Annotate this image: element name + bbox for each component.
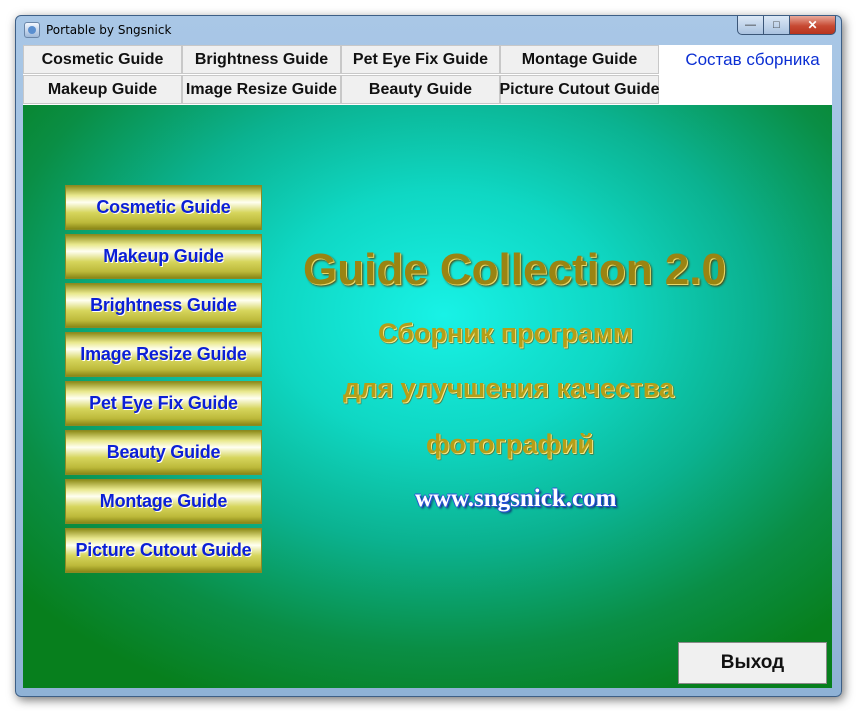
image-resize-guide-button[interactable]: Image Resize Guide [65,332,262,377]
title-bar[interactable]: Portable by Sngsnick — □ ✕ [16,16,841,44]
close-button[interactable]: ✕ [790,16,836,35]
subtitle-line-3: фотографий [426,429,595,459]
collection-title: Guide Collection 2.0 [303,245,726,294]
minimize-button[interactable]: — [737,16,764,35]
client-area: Cosmetic Guide Brightness Guide Pet Eye … [23,45,832,688]
cosmetic-guide-button[interactable]: Cosmetic Guide [65,185,262,230]
tab-pet-eye-fix-guide[interactable]: Pet Eye Fix Guide [341,45,500,74]
tab-makeup-guide[interactable]: Makeup Guide [23,75,182,104]
tab-montage-guide[interactable]: Montage Guide [500,45,659,74]
exit-button[interactable]: Выход [678,642,827,684]
website-link[interactable]: www.sngsnick.com [415,485,616,513]
picture-cutout-guide-button[interactable]: Picture Cutout Guide [65,528,262,573]
tab-strip: Cosmetic Guide Brightness Guide Pet Eye … [23,45,832,105]
window-controls: — □ ✕ [737,16,836,35]
tab-image-resize-guide[interactable]: Image Resize Guide [182,75,341,104]
pet-eye-fix-guide-button[interactable]: Pet Eye Fix Guide [65,381,262,426]
subtitle-line-2: для улучшения качества [343,373,675,403]
maximize-icon: □ [773,19,780,31]
tab-brightness-guide[interactable]: Brightness Guide [182,45,341,74]
montage-guide-button[interactable]: Montage Guide [65,479,262,524]
beauty-guide-button[interactable]: Beauty Guide [65,430,262,475]
tab-cosmetic-guide[interactable]: Cosmetic Guide [23,45,182,74]
minimize-icon: — [745,19,756,31]
subtitle-line-1: Сборник программ [378,318,633,348]
brightness-guide-button[interactable]: Brightness Guide [65,283,262,328]
app-window: Portable by Sngsnick — □ ✕ Cosmetic Guid… [15,15,842,697]
tab-collection-contents[interactable]: Состав сборника [673,45,832,74]
makeup-guide-button[interactable]: Makeup Guide [65,234,262,279]
tab-picture-cutout-guide[interactable]: Picture Cutout Guide [500,75,660,104]
window-title: Portable by Sngsnick [46,23,172,37]
tab-beauty-guide[interactable]: Beauty Guide [341,75,500,104]
app-icon [24,22,40,38]
maximize-button[interactable]: □ [764,16,790,35]
close-icon: ✕ [807,18,818,32]
